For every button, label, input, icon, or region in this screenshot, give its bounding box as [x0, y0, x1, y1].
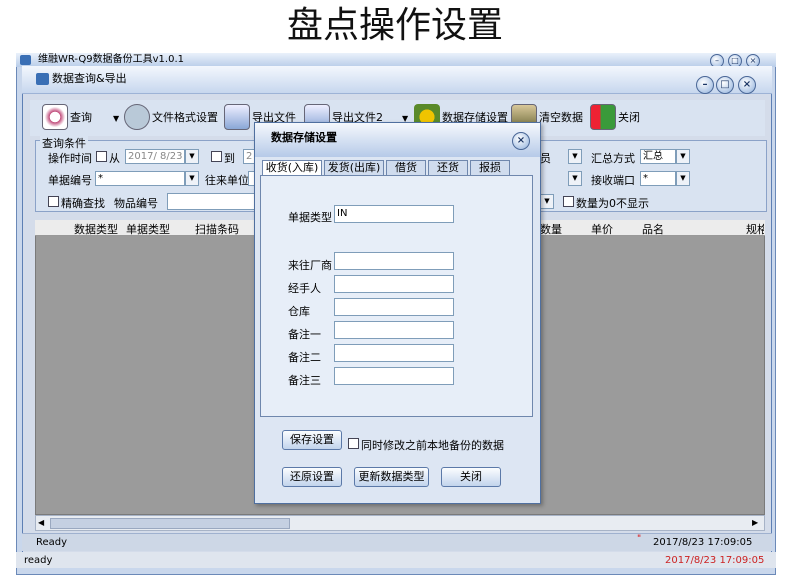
- bottom-status-text: ready: [24, 555, 53, 566]
- exact-label: 精确查找: [61, 197, 105, 210]
- dropdown-arrow-icon[interactable]: ▼: [113, 114, 119, 123]
- save-settings-button[interactable]: 保存设置: [282, 430, 342, 450]
- group-label: 查询条件: [40, 135, 88, 151]
- note2-input[interactable]: [334, 344, 454, 362]
- col-barcode[interactable]: 扫描条码: [195, 221, 239, 237]
- field-label: 经手人: [288, 282, 321, 295]
- toolbar-format-button[interactable]: 文件格式设置: [124, 102, 218, 132]
- toolbar-close-button[interactable]: 关闭: [590, 102, 640, 132]
- arrows-icon: [124, 104, 150, 130]
- close-button[interactable]: ×: [738, 76, 756, 94]
- operator-dropdown[interactable]: ▼: [568, 149, 582, 164]
- col-data-type[interactable]: 数据类型: [74, 221, 118, 237]
- item-dropdown[interactable]: ▼: [540, 194, 554, 209]
- col-spec[interactable]: 规格: [746, 221, 764, 237]
- bottom-status-datetime: 2017/8/23 17:09:05: [665, 555, 765, 566]
- note1-input[interactable]: [334, 321, 454, 339]
- main-window-title: 数据查询&导出: [22, 66, 772, 94]
- dialog-close-button[interactable]: ×: [512, 132, 530, 150]
- outer-window-title: 维融WR-Q9数据备份工具v1.0.1: [16, 53, 776, 67]
- status-text: Ready: [36, 537, 68, 548]
- app-icon: [20, 55, 31, 65]
- tab-return[interactable]: 还货: [428, 160, 468, 176]
- from-checkbox[interactable]: [96, 151, 107, 162]
- bottom-status-bar: [16, 552, 776, 568]
- item-no-label: 物品编号: [114, 197, 158, 210]
- warehouse-input[interactable]: [334, 298, 454, 316]
- update-data-type-button[interactable]: 更新数据类型: [354, 467, 429, 487]
- field-label: 备注二: [288, 351, 321, 364]
- field-label: 来往厂商: [288, 259, 332, 272]
- bill-type-input[interactable]: IN: [334, 205, 454, 223]
- handler-input[interactable]: [334, 275, 454, 293]
- restore-settings-button[interactable]: 还原设置: [282, 467, 342, 487]
- modify-checkbox-label: 同时修改之前本地备份的数据: [361, 439, 504, 452]
- port-field[interactable]: *: [640, 171, 676, 186]
- status-marker: ": [637, 534, 642, 544]
- bill-no-dropdown[interactable]: ▼: [185, 171, 199, 186]
- op-time-label: 操作时间: [48, 152, 92, 165]
- summary-field[interactable]: 汇总: [640, 149, 676, 164]
- exact-checkbox[interactable]: [48, 196, 59, 207]
- col-price[interactable]: 单价: [591, 221, 613, 237]
- port-dropdown[interactable]: ▼: [676, 171, 690, 186]
- from-date-dropdown[interactable]: ▼: [185, 149, 199, 164]
- port-label: 接收端口: [591, 174, 635, 187]
- summary-dropdown[interactable]: ▼: [676, 149, 690, 164]
- partner-label: 往来单位: [205, 174, 249, 187]
- from-date-field[interactable]: 2017/ 8/23: [125, 149, 185, 164]
- note3-input[interactable]: [334, 367, 454, 385]
- col-bill-type[interactable]: 单据类型: [126, 221, 170, 237]
- tab-borrow[interactable]: 借货: [386, 160, 426, 176]
- page-heading: 盘点操作设置: [286, 5, 503, 46]
- from-label: 从: [109, 152, 120, 165]
- scroll-thumb[interactable]: [50, 518, 290, 529]
- dialog-close-text-button[interactable]: 关闭: [441, 467, 501, 487]
- scroll-right-icon[interactable]: ▶: [752, 518, 758, 527]
- field-label: 单据类型: [288, 211, 332, 224]
- search-icon: [42, 104, 68, 130]
- operator-partial-label: 员: [540, 152, 551, 165]
- tab-ship[interactable]: 发货(出库): [324, 160, 384, 176]
- dialog-title: 数据存储设置: [255, 123, 540, 157]
- item-no-field[interactable]: [167, 193, 255, 210]
- minimize-button[interactable]: –: [696, 76, 714, 94]
- bill-no-label: 单据编号: [48, 174, 92, 187]
- status-datetime: 2017/8/23 17:09:05: [653, 537, 753, 548]
- hide-zero-checkbox[interactable]: [563, 196, 574, 207]
- summary-label: 汇总方式: [591, 152, 635, 165]
- hide-zero-label: 数量为0不显示: [576, 197, 649, 210]
- vendor-input[interactable]: [334, 252, 454, 270]
- to-label: 到: [224, 152, 235, 165]
- partner-dropdown[interactable]: ▼: [568, 171, 582, 186]
- field-label: 备注一: [288, 328, 321, 341]
- exit-icon: [590, 104, 616, 130]
- to-checkbox[interactable]: [211, 151, 222, 162]
- scroll-left-icon[interactable]: ◀: [38, 518, 44, 527]
- modify-checkbox[interactable]: [348, 438, 359, 449]
- bill-no-field[interactable]: *: [95, 171, 185, 186]
- col-quantity[interactable]: 数量: [540, 221, 562, 237]
- field-label: 备注三: [288, 374, 321, 387]
- export-file-icon: [224, 104, 250, 130]
- field-label: 仓库: [288, 305, 310, 318]
- tab-damage[interactable]: 报损: [470, 160, 510, 176]
- toolbar-query-button[interactable]: 查询: [42, 102, 92, 132]
- maximize-button[interactable]: □: [716, 76, 734, 94]
- col-name[interactable]: 品名: [642, 221, 664, 237]
- window-icon: [36, 73, 49, 85]
